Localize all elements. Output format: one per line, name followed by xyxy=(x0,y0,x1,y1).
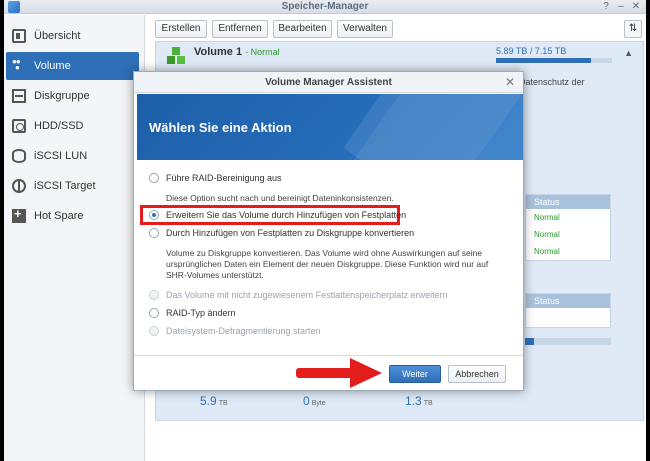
secondary-usage-bar xyxy=(525,338,611,345)
next-button[interactable]: Weiter xyxy=(389,365,441,383)
option-defrag: Dateisystem-Defragmentierung starten xyxy=(149,326,321,336)
volume-title: Volume 1 - Normal xyxy=(194,46,280,58)
minimize-icon[interactable]: – xyxy=(615,1,627,13)
status-row: Normal xyxy=(534,213,560,222)
hdd-icon xyxy=(12,119,26,133)
option-description: Diese Option sucht nach und bereinigt Da… xyxy=(166,193,394,203)
status-header: Status xyxy=(526,294,610,308)
close-icon[interactable]: ✕ xyxy=(630,1,642,13)
cancel-button[interactable]: Abbrechen xyxy=(448,365,506,383)
sidebar-item-overview[interactable]: Übersicht xyxy=(6,22,139,50)
sidebar: Übersicht Volume Diskgruppe HDD/SSD iSCS… xyxy=(4,15,145,461)
sidebar-item-label: Diskgruppe xyxy=(34,90,90,102)
sidebar-item-hdd-ssd[interactable]: HDD/SSD xyxy=(6,112,139,140)
iscsi-target-icon xyxy=(12,179,26,193)
option-expand-add-disks[interactable]: Erweitern Sie das Volume durch Hinzufüge… xyxy=(149,210,406,220)
overview-icon xyxy=(12,29,26,43)
stat-free-unallocated: 0 Byte xyxy=(303,394,326,408)
create-button[interactable]: Erstellen xyxy=(155,20,207,38)
manage-button[interactable]: Verwalten xyxy=(337,20,393,38)
stat-unit: Byte xyxy=(311,400,326,407)
dialog-close-icon[interactable]: ✕ xyxy=(505,76,515,88)
status-header: Status xyxy=(526,195,610,209)
status-row: Normal xyxy=(534,230,560,239)
sidebar-item-label: iSCSI Target xyxy=(34,180,96,192)
stat-unit: TB xyxy=(218,400,228,407)
radio-button-disabled xyxy=(149,290,159,300)
sidebar-item-label: Übersicht xyxy=(34,30,81,42)
sidebar-item-hot-spare[interactable]: Hot Spare xyxy=(6,202,139,230)
radio-button-disabled xyxy=(149,326,159,336)
volume-size: 5.89 TB / 7.15 TB xyxy=(496,46,567,56)
volume-status: - Normal xyxy=(245,47,280,57)
option-label: RAID-Typ ändern xyxy=(166,308,236,318)
window-title: Speicher-Manager xyxy=(281,1,369,12)
app-window: Speicher-Manager ? – ✕ Übersicht Volume … xyxy=(4,0,646,461)
stat-free: 1.3 TB xyxy=(405,394,433,408)
sidebar-item-iscsi-target[interactable]: iSCSI Target xyxy=(6,172,139,200)
hot-spare-icon xyxy=(12,206,26,223)
option-label: Das Volume mit nicht zugewiesenem Festla… xyxy=(166,290,448,300)
option-convert-diskgroup[interactable]: Durch Hinzufügen von Festplatten zu Disk… xyxy=(149,228,414,238)
stat-value: 1.3 xyxy=(405,394,422,408)
edit-button[interactable]: Bearbeiten xyxy=(273,20,332,38)
sidebar-item-label: HDD/SSD xyxy=(34,120,84,132)
option-description: Volume zu Diskgruppe konvertieren. Das V… xyxy=(166,248,489,280)
dialog-banner: Wählen Sie eine Aktion xyxy=(137,94,523,160)
stat-unit: TB xyxy=(423,400,433,407)
stat-used: 5.9 TB xyxy=(200,394,228,408)
sort-icon[interactable]: ⇅ xyxy=(624,20,642,38)
sidebar-item-label: Hot Spare xyxy=(34,210,84,222)
volume-description: t Datenschutz der xyxy=(514,77,585,87)
volume-name: Volume 1 xyxy=(194,46,243,58)
stat-value: 0 xyxy=(303,394,310,408)
radio-button[interactable] xyxy=(149,308,159,318)
title-bar: Speicher-Manager ? – ✕ xyxy=(4,0,646,14)
volume-usage-fill xyxy=(496,58,592,63)
option-raid-scrub[interactable]: Führe RAID-Bereinigung aus xyxy=(149,173,282,183)
stat-value: 5.9 xyxy=(200,394,217,408)
secondary-usage-fill xyxy=(525,338,534,345)
dialog-heading: Wählen Sie eine Aktion xyxy=(149,120,292,135)
remove-button[interactable]: Entfernen xyxy=(212,20,268,38)
disk-status-table: Status Normal Normal Normal xyxy=(525,194,611,261)
sidebar-item-volume[interactable]: Volume xyxy=(6,52,139,80)
volume-usage-bar xyxy=(496,58,612,63)
sidebar-item-diskgroup[interactable]: Diskgruppe xyxy=(6,82,139,110)
iscsi-lun-icon xyxy=(12,149,26,163)
radio-button-selected[interactable] xyxy=(149,210,159,220)
radio-button[interactable] xyxy=(149,173,159,183)
toolbar: Erstellen Entfernen Bearbeiten Verwalten… xyxy=(145,15,646,43)
option-change-raid[interactable]: RAID-Typ ändern xyxy=(149,308,236,318)
collapse-icon[interactable]: ▲ xyxy=(624,48,633,58)
dialog-title: Volume Manager Assistent xyxy=(134,72,523,93)
sidebar-item-iscsi-lun[interactable]: iSCSI LUN xyxy=(6,142,139,170)
option-label: Erweitern Sie das Volume durch Hinzufüge… xyxy=(166,210,407,220)
diskgroup-icon xyxy=(12,89,26,103)
sidebar-item-label: iSCSI LUN xyxy=(34,150,88,162)
option-label: Durch Hinzufügen von Festplatten zu Disk… xyxy=(166,228,415,238)
option-label: Dateisystem-Defragmentierung starten xyxy=(166,326,321,336)
radio-button[interactable] xyxy=(149,228,159,238)
sidebar-item-label: Volume xyxy=(34,60,71,72)
help-icon[interactable]: ? xyxy=(600,1,612,13)
volume-manager-dialog: Volume Manager Assistent ✕ Wählen Sie ei… xyxy=(133,71,524,391)
option-expand-unallocated: Das Volume mit nicht zugewiesenem Festla… xyxy=(149,290,448,300)
option-label: Führe RAID-Bereinigung aus xyxy=(166,173,282,183)
cache-status-table: Status xyxy=(525,293,611,328)
status-row: Normal xyxy=(534,247,560,256)
volume-icon xyxy=(12,57,26,73)
red-arrow-annotation xyxy=(296,358,382,388)
cube-icon xyxy=(167,47,185,64)
